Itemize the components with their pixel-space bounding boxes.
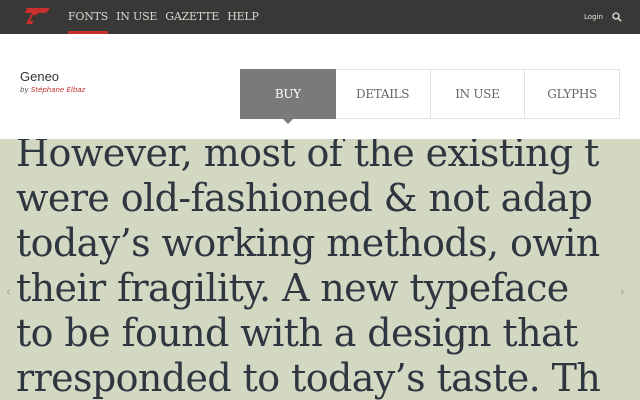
nav-help[interactable]: HELP: [223, 0, 263, 34]
nav-gazette[interactable]: GAZETTE: [161, 0, 223, 34]
next-arrow-icon[interactable]: ›: [620, 285, 625, 299]
login-link[interactable]: Login: [584, 0, 603, 34]
specimen-line: were old-fashioned & not adap: [16, 176, 593, 220]
designer-byline: by Stéphane Elbaz: [20, 86, 85, 94]
specimen-line: their fragility. A new typeface: [16, 266, 569, 310]
top-navigation-bar: FONTS IN USE GAZETTE HELP Login: [0, 0, 640, 34]
specimen-text: However, most of the existing t were old…: [16, 139, 640, 400]
nav-fonts[interactable]: FONTS: [64, 0, 112, 34]
by-label: by: [20, 86, 29, 94]
specimen-line: rresponded to today’s taste. Th: [16, 356, 601, 400]
tab-in-use[interactable]: IN USE: [430, 69, 526, 119]
designer-link[interactable]: Stéphane Elbaz: [31, 86, 85, 94]
type-specimen: However, most of the existing t were old…: [0, 139, 640, 400]
font-tabs: BUY DETAILS IN USE GLYPHS: [240, 69, 620, 124]
nav-in-use[interactable]: IN USE: [112, 0, 161, 34]
search-icon[interactable]: [612, 12, 622, 22]
specimen-line: today’s working methods, owin: [16, 221, 600, 265]
specimen-edge: [626, 139, 640, 400]
previous-arrow-icon[interactable]: ‹: [6, 285, 11, 299]
specimen-line: However, most of the existing t: [16, 139, 599, 175]
tab-details[interactable]: DETAILS: [335, 69, 431, 119]
font-header: Geneo by Stéphane Elbaz BUY DETAILS IN U…: [0, 34, 640, 139]
tab-glyphs[interactable]: GLYPHS: [525, 69, 620, 119]
specimen-line: to be found with a design that: [16, 311, 578, 355]
font-title: Geneo: [20, 69, 60, 84]
tab-buy[interactable]: BUY: [240, 69, 336, 124]
main-nav: FONTS IN USE GAZETTE HELP: [64, 0, 263, 34]
brand-logo-icon[interactable]: [24, 6, 52, 26]
